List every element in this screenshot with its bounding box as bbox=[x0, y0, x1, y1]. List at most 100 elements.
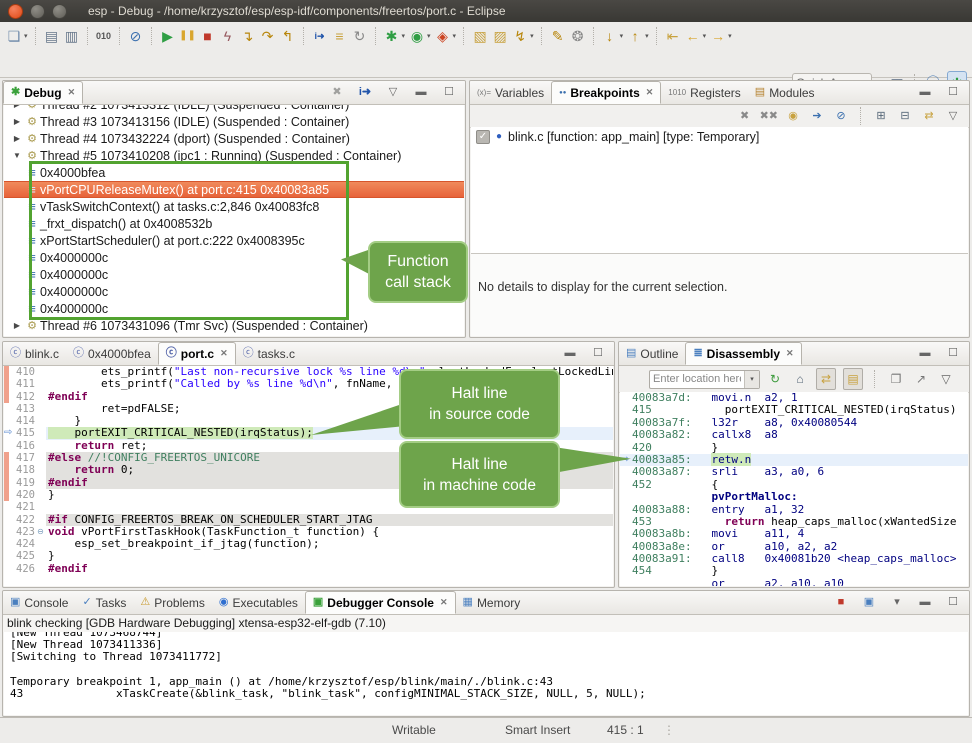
search-menu-caret[interactable]: ▾ bbox=[530, 32, 534, 40]
minimize-icon[interactable]: ▬ bbox=[916, 594, 934, 612]
step-over-icon[interactable]: ↷ bbox=[259, 25, 277, 47]
stack-frame-row[interactable]: ≡xPortStartScheduler() at port.c:222 0x4… bbox=[4, 232, 464, 249]
tab-tasks[interactable]: ✓Tasks bbox=[75, 591, 133, 614]
show-breakpoints-supported-icon[interactable]: ◉ bbox=[784, 107, 802, 125]
search-icon[interactable]: ↯ bbox=[511, 25, 529, 47]
close-icon[interactable]: ✕ bbox=[68, 87, 76, 98]
tab-blink-c[interactable]: ⓒblink.c bbox=[3, 342, 66, 365]
skip-all-breakpoints-icon[interactable]: ⊘ bbox=[832, 107, 850, 125]
previous-annotation-icon[interactable]: ↑ bbox=[626, 25, 644, 47]
suspend-icon[interactable]: ❚❚ bbox=[179, 25, 197, 47]
tab-modules[interactable]: ▤Modules bbox=[748, 81, 822, 104]
console-menu-caret-icon[interactable]: ▾ bbox=[888, 594, 906, 612]
refresh-view-icon[interactable]: ↻ bbox=[766, 369, 784, 389]
disassembly-listing[interactable]: 40083a7d: movi.n a2, 1415 portEXIT_CRITI… bbox=[620, 392, 968, 586]
remove-breakpoint-icon[interactable]: ✖ bbox=[736, 107, 754, 125]
link-with-debug-view-icon[interactable]: ⇄ bbox=[920, 107, 938, 125]
view-menu-icon[interactable]: ▽ bbox=[384, 84, 402, 102]
skip-all-breakpoints-icon[interactable]: ⊘ bbox=[127, 25, 145, 47]
thread-row[interactable]: ▶⚙Thread #3 1073413156 (IDLE) (Suspended… bbox=[4, 113, 464, 130]
step-into-icon[interactable]: ↴ bbox=[239, 25, 257, 47]
close-icon[interactable]: ✕ bbox=[646, 87, 654, 98]
stack-frame-row[interactable]: ≡vTaskSwitchContext() at tasks.c:2,846 0… bbox=[4, 198, 464, 215]
minimize-icon[interactable]: ▬ bbox=[916, 84, 934, 102]
external-tools-menu-caret[interactable]: ▾ bbox=[453, 32, 457, 40]
stack-frame-row[interactable]: ≡0x4000000c bbox=[4, 266, 464, 283]
terminate-console-icon[interactable]: ■ bbox=[832, 594, 850, 612]
thread-row[interactable]: ▶⚙Thread #2 1073413312 (IDLE) (Suspended… bbox=[4, 105, 464, 113]
stack-frame-row[interactable]: ≡vPortCPUReleaseMutex() at port.c:415 0x… bbox=[4, 181, 464, 198]
stack-frame-row[interactable]: ≡0x4000bfea bbox=[4, 164, 464, 181]
minimize-icon[interactable]: ▬ bbox=[916, 345, 934, 363]
close-icon[interactable]: ✕ bbox=[220, 348, 228, 359]
new-cpp-project-icon[interactable]: ▧ bbox=[471, 25, 489, 47]
remove-all-terminated-icon[interactable]: ✖ bbox=[328, 84, 346, 102]
breakpoint-row[interactable]: ✓ ● blink.c [function: app_main] [type: … bbox=[471, 127, 968, 146]
breakpoint-checkbox[interactable]: ✓ bbox=[476, 130, 490, 144]
tab-executables[interactable]: ◉Executables bbox=[212, 591, 305, 614]
stack-frame-row[interactable]: ≡0x4000000c bbox=[4, 249, 464, 266]
remove-all-breakpoints-icon[interactable]: ✖✖ bbox=[760, 107, 778, 125]
code-editor[interactable]: 410 ets_printf("Last non-recursive lock … bbox=[4, 366, 613, 586]
instruction-stepping-mode-icon[interactable]: i➜ bbox=[356, 84, 374, 102]
twisty-collapsed-icon[interactable]: ▶ bbox=[10, 321, 24, 330]
last-edit-location-icon[interactable]: ⇤ bbox=[664, 25, 682, 47]
new-wizard-icon[interactable]: ❏ bbox=[5, 25, 23, 47]
restart-icon[interactable]: ↻ bbox=[351, 25, 369, 47]
pin-view-icon[interactable]: ↗ bbox=[912, 369, 930, 389]
home-icon[interactable]: ⌂ bbox=[791, 369, 809, 389]
back-icon[interactable]: ← bbox=[684, 25, 702, 47]
show-source-icon[interactable]: ▤ bbox=[843, 368, 863, 390]
twisty-collapsed-icon[interactable]: ▶ bbox=[10, 105, 24, 109]
toggle-mark-occurrences-icon[interactable]: ✎ bbox=[549, 25, 567, 47]
instruction-stepping-icon[interactable]: i➜ bbox=[311, 25, 329, 47]
run-menu-caret[interactable]: ▾ bbox=[427, 32, 431, 40]
tab-console[interactable]: ▣Console bbox=[3, 591, 75, 614]
minimize-icon[interactable]: ▬ bbox=[561, 345, 579, 363]
external-tools-icon[interactable]: ◈ bbox=[434, 25, 452, 47]
close-icon[interactable]: ✕ bbox=[786, 348, 794, 359]
open-new-view-icon[interactable]: ❐ bbox=[887, 369, 905, 389]
go-to-file-for-breakpoint-icon[interactable]: ➔ bbox=[808, 107, 826, 125]
debug-menu-caret[interactable]: ▾ bbox=[402, 32, 406, 40]
previous-annotation-menu-caret[interactable]: ▾ bbox=[645, 32, 649, 40]
save-all-icon[interactable]: ▥ bbox=[63, 25, 81, 47]
run-icon[interactable]: ◉ bbox=[408, 25, 426, 47]
view-menu-icon[interactable]: ▽ bbox=[944, 107, 962, 125]
titlebar[interactable]: esp - Debug - /home/krzysztof/esp/esp-id… bbox=[0, 0, 972, 22]
twisty-expanded-icon[interactable]: ▼ bbox=[10, 151, 24, 160]
new-wizard-menu-caret[interactable]: ▾ bbox=[24, 32, 28, 40]
annotation-navigation-icon[interactable]: ❂ bbox=[569, 25, 587, 47]
location-input[interactable] bbox=[650, 373, 744, 385]
tab-memory[interactable]: ▦Memory bbox=[456, 591, 528, 614]
tab-problems[interactable]: ⚠Problems bbox=[133, 591, 212, 614]
tab-registers[interactable]: 1010Registers bbox=[661, 81, 747, 104]
breakpoints-list[interactable]: ✓ ● blink.c [function: app_main] [type: … bbox=[471, 127, 968, 253]
next-annotation-icon[interactable]: ↓ bbox=[601, 25, 619, 47]
maximize-icon[interactable]: ☐ bbox=[944, 84, 962, 102]
close-icon[interactable]: ✕ bbox=[440, 597, 448, 608]
location-combo-caret[interactable]: ▾ bbox=[744, 371, 759, 388]
tab-tasks-c[interactable]: ⓒtasks.c bbox=[236, 342, 302, 365]
maximize-icon[interactable]: ☐ bbox=[589, 345, 607, 363]
thread-row[interactable]: ▶⚙Thread #4 1073432224 (dport) (Suspende… bbox=[4, 130, 464, 147]
step-return-icon[interactable]: ↰ bbox=[279, 25, 297, 47]
stack-frame-row[interactable]: ≡0x4000000c bbox=[4, 300, 464, 317]
tab-debug[interactable]: ✱Debug✕ bbox=[3, 81, 83, 104]
location-combo[interactable]: ▾ bbox=[649, 370, 760, 389]
view-menu-icon[interactable]: ▽ bbox=[937, 369, 955, 389]
terminate-icon[interactable]: ■ bbox=[199, 25, 217, 47]
back-menu-caret[interactable]: ▾ bbox=[703, 32, 707, 40]
disconnect-icon[interactable]: ϟ bbox=[219, 25, 237, 47]
window-minimize-button[interactable] bbox=[30, 4, 45, 19]
debug-icon[interactable]: ✱ bbox=[383, 25, 401, 47]
debug-tree[interactable]: ▶⚙Thread #2 1073413312 (IDLE) (Suspended… bbox=[4, 105, 464, 336]
collapse-all-icon[interactable]: ⊟ bbox=[896, 107, 914, 125]
window-maximize-button[interactable] bbox=[52, 4, 67, 19]
tab-0x4000bfea[interactable]: ⓒ0x4000bfea bbox=[66, 342, 158, 365]
display-selected-console-icon[interactable]: ▣ bbox=[860, 594, 878, 612]
tab-debugger-console[interactable]: ▣Debugger Console✕ bbox=[305, 591, 456, 614]
minimize-icon[interactable]: ▬ bbox=[412, 84, 430, 102]
tab-port-c[interactable]: ⓒport.c✕ bbox=[158, 342, 236, 365]
binary-view-icon[interactable]: 010 bbox=[95, 25, 113, 47]
